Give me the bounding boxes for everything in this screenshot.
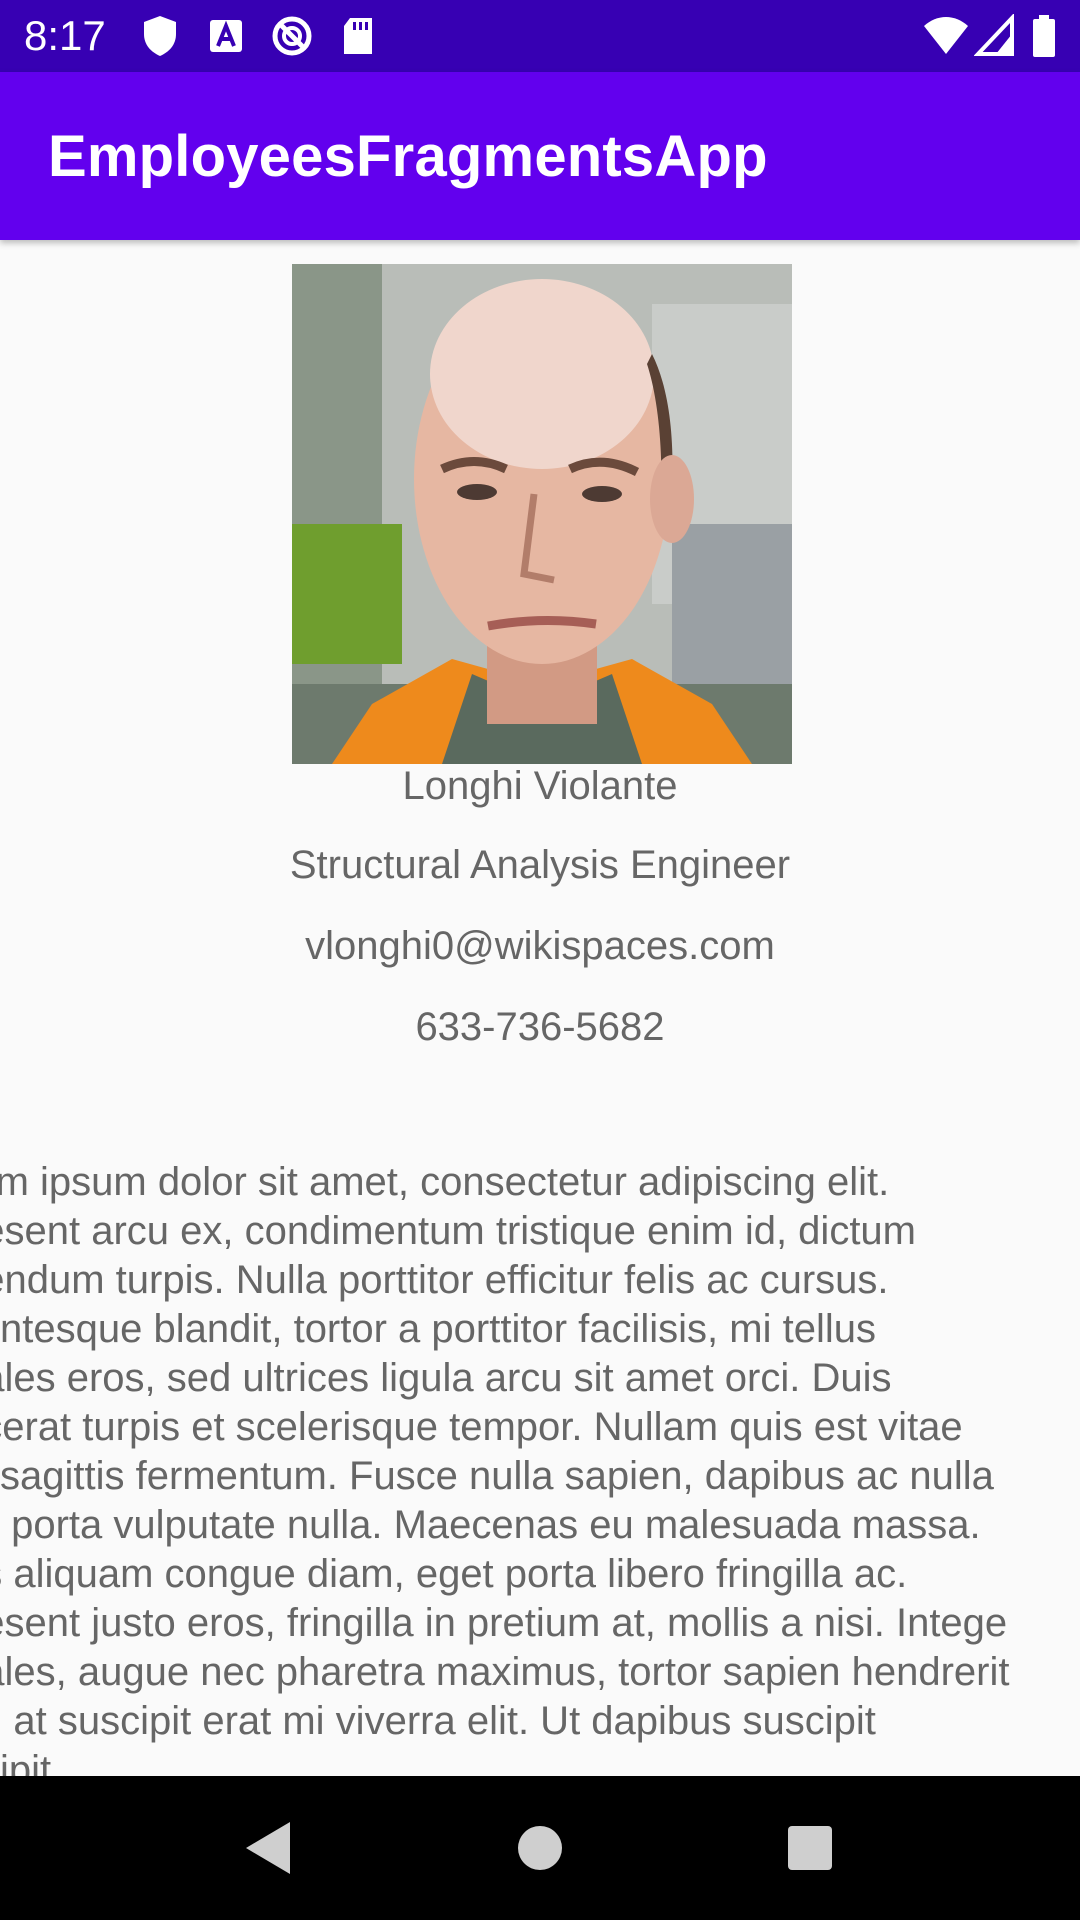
bio-line: sl sagittis fermentum. Fusce nulla sapie…	[0, 1454, 994, 1498]
signal-icon	[973, 12, 1016, 58]
battery-icon	[1030, 14, 1058, 58]
bio-line: io, at suscipit erat mi viverra elit. Ut…	[0, 1699, 876, 1743]
bio-line: acerat turpis et scelerisque tempor. Nul…	[0, 1405, 963, 1449]
bio-line: llentesque blandit, tortor a porttitor f…	[0, 1307, 876, 1351]
employee-detail[interactable]: Longhi Violante Structural Analysis Engi…	[0, 240, 1080, 1776]
employee-name: Longhi Violante	[402, 764, 678, 808]
employee-bio: rem ipsum dolor sit amet, consectetur ad…	[0, 1158, 1080, 1776]
bio-line: dales, augue nec pharetra maximus, torto…	[0, 1650, 1010, 1694]
bio-line: scipit	[0, 1748, 52, 1776]
app-bar: EmployeesFragmentsApp	[0, 72, 1080, 240]
bio-line: is, porta vulputate nulla. Maecenas eu m…	[0, 1503, 981, 1547]
home-icon[interactable]	[504, 1812, 576, 1884]
bio-line: oendum turpis. Nulla porttitor efficitur…	[0, 1258, 889, 1302]
bio-line: dales eros, sed ultrices ligula arcu sit…	[0, 1356, 892, 1400]
bio-line: as aliquam congue diam, eget porta liber…	[0, 1552, 908, 1596]
employee-phone[interactable]: 633-736-5682	[0, 1003, 1080, 1051]
employee-title: Structural Analysis Engineer	[289, 843, 791, 887]
app-title: EmployeesFragmentsApp	[48, 124, 768, 189]
employee-photo	[292, 264, 792, 764]
sync-icon	[270, 14, 312, 58]
recents-icon[interactable]	[774, 1812, 846, 1884]
wifi-icon	[922, 14, 970, 58]
bio-line: aesent justo eros, fringilla in pretium …	[0, 1601, 1008, 1645]
employee-email[interactable]: vlonghi0@wikispaces.com	[0, 922, 1080, 970]
shield-icon	[140, 14, 180, 58]
bio-line: rem ipsum dolor sit amet, consectetur ad…	[0, 1160, 890, 1204]
back-icon[interactable]	[230, 1812, 302, 1884]
bio-line: aesent arcu ex, condimentum tristique en…	[0, 1209, 916, 1253]
navigation-bar	[0, 1776, 1080, 1920]
font-icon	[206, 14, 246, 58]
status-bar: 8:17	[0, 0, 1080, 72]
status-time: 8:17	[24, 12, 106, 59]
sd-card-icon	[340, 14, 380, 58]
